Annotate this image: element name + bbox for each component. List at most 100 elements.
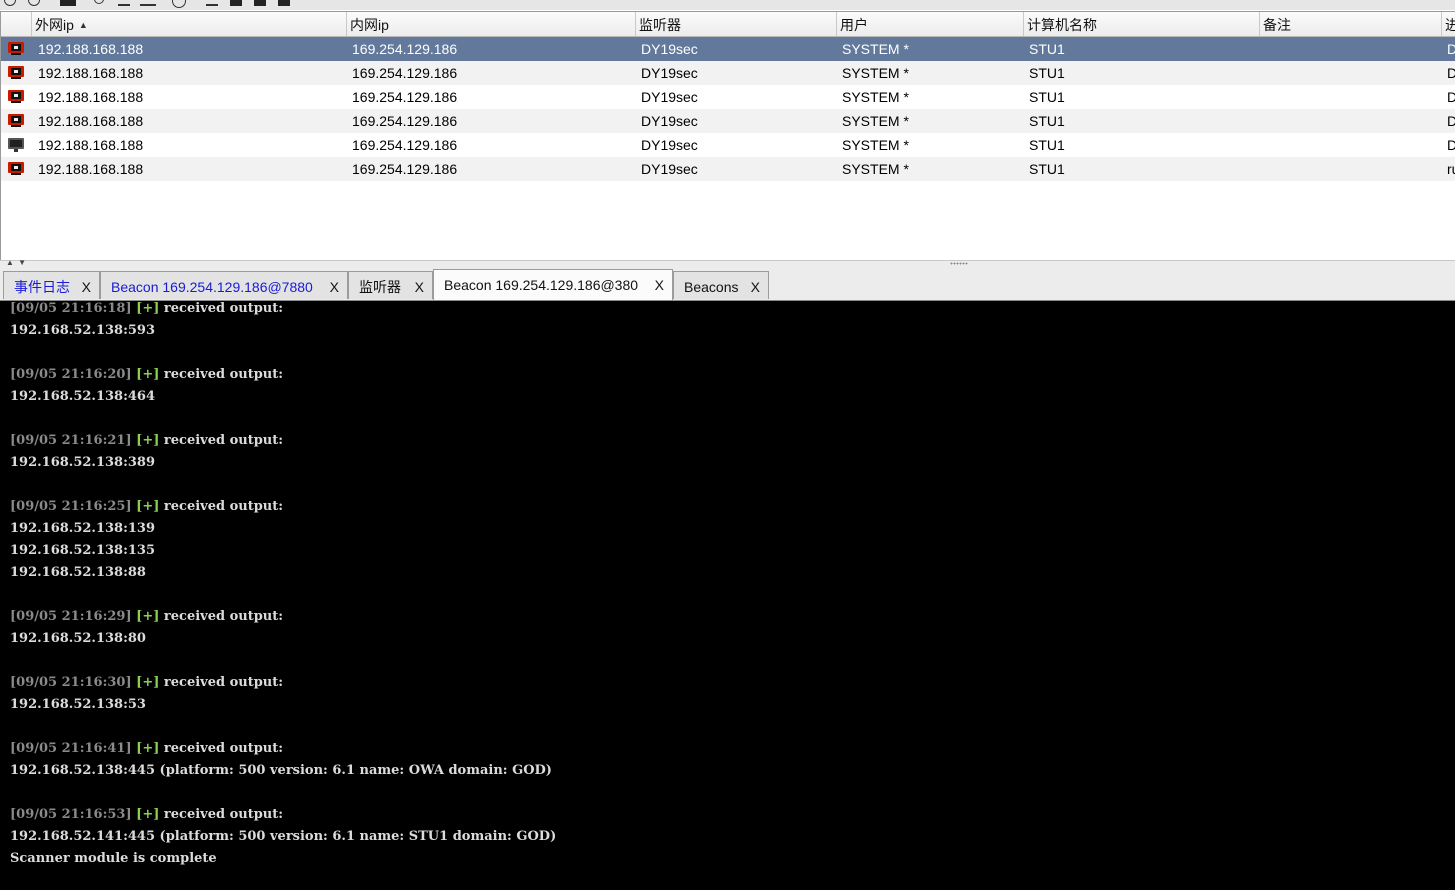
cell-internal-ip: 169.254.129.186	[352, 161, 458, 177]
close-icon[interactable]: X	[82, 272, 91, 302]
cell-listener: DY19sec	[641, 65, 698, 81]
sessions-table: 外网ip▲ 内网ip 监听器 用户 计算机名称 备注 进 192.188.168…	[0, 11, 1455, 261]
close-icon[interactable]: X	[751, 272, 760, 302]
console-success-tag: [+]	[136, 609, 160, 624]
cell-user: SYSTEM *	[842, 41, 909, 57]
cell-external-ip: 192.188.168.188	[38, 161, 144, 177]
table-row[interactable]: 192.188.168.188 169.254.129.186 DY19sec SYS…	[1, 37, 1455, 61]
cell-listener: DY19sec	[641, 161, 698, 177]
gray-monitor-icon	[8, 138, 24, 152]
console-message: received output:	[163, 741, 284, 756]
cell-external-ip: 192.188.168.188	[38, 41, 144, 57]
table-row[interactable]: 192.188.168.188 169.254.129.186 DY19sec SYS…	[1, 85, 1455, 109]
cell-external-ip: 192.188.168.188	[38, 137, 144, 153]
console-output-line: 192.168.52.138:445 (platform: 500 versio…	[10, 760, 552, 782]
globe-icon[interactable]	[172, 0, 186, 8]
cell-user: SYSTEM *	[842, 137, 909, 153]
close-icon[interactable]: X	[415, 272, 424, 302]
cell-internal-ip: 169.254.129.186	[352, 137, 458, 153]
table-row[interactable]: 192.188.168.188 169.254.129.186 DY19sec SYS…	[1, 61, 1455, 85]
monitor-icon[interactable]	[140, 0, 156, 6]
grip-icon[interactable]	[950, 262, 968, 265]
close-icon[interactable]: X	[655, 270, 664, 300]
save-icon[interactable]	[278, 0, 290, 6]
console-timestamp: [09/05 21:16:20]	[10, 367, 132, 382]
split-arrows-icon[interactable]: ▲ ▼	[6, 258, 27, 267]
column-header-note[interactable]: 备注	[1260, 12, 1442, 36]
console-output-text: 192.168.52.138:389	[10, 455, 156, 470]
console-message: received output:	[163, 609, 284, 624]
tab-beacons[interactable]: Beacons X	[673, 271, 769, 299]
console-output-line: 192.168.52.138:135	[10, 540, 155, 562]
column-header-internal-ip[interactable]: 内网ip	[347, 12, 636, 36]
tab-listeners[interactable]: 监听器 X	[348, 271, 433, 299]
console-output-line: 192.168.52.141:445 (platform: 500 versio…	[10, 826, 556, 848]
cell-listener: DY19sec	[641, 113, 698, 129]
console-timestamp: [09/05 21:16:29]	[10, 609, 132, 624]
console-log-header: [09/05 21:16:29] [+] received output:	[10, 606, 283, 628]
cell-user: SYSTEM *	[842, 65, 909, 81]
console-timestamp: [09/05 21:16:21]	[10, 433, 132, 448]
table-row[interactable]: 192.188.168.188 169.254.129.186 DY19sec SYS…	[1, 109, 1455, 133]
sort-ascending-icon: ▲	[78, 20, 88, 30]
headphones-icon[interactable]	[60, 0, 76, 6]
column-header-user[interactable]: 用户	[837, 12, 1024, 36]
console-message: received output:	[163, 499, 284, 514]
console-output-line: Scanner module is complete	[10, 848, 217, 870]
column-header-computer[interactable]: 计算机名称	[1024, 12, 1260, 36]
console-log-header: [09/05 21:16:18] [+] received output:	[10, 301, 283, 320]
list-icon[interactable]	[206, 0, 218, 6]
cell-computer: STU1	[1029, 65, 1065, 81]
link-icon[interactable]	[94, 0, 104, 4]
column-header-icon[interactable]	[1, 12, 32, 36]
red-monitor-icon	[8, 66, 24, 80]
console-log-header: [09/05 21:16:25] [+] received output:	[10, 496, 283, 518]
console-output-text: 192.168.52.138:53	[10, 697, 146, 712]
tab-event-log[interactable]: 事件日志 X	[3, 271, 100, 299]
console-log-header: [09/05 21:16:41] [+] received output:	[10, 738, 283, 760]
red-monitor-icon	[8, 42, 24, 56]
save-icon[interactable]	[230, 0, 242, 6]
column-header-process[interactable]: 进	[1442, 12, 1455, 36]
cell-external-ip: 192.188.168.188	[38, 89, 144, 105]
console-timestamp: [09/05 21:16:30]	[10, 675, 132, 690]
tab-beacon-380[interactable]: Beacon 169.254.129.186@380 X	[433, 269, 673, 300]
console-output-text: 192.168.52.138:88	[10, 565, 146, 580]
cell-user: SYSTEM *	[842, 113, 909, 129]
console-output-text: Scanner module is complete	[10, 851, 217, 866]
console-output-text: 192.168.52.138:593	[10, 323, 156, 338]
cell-process: D	[1447, 37, 1455, 61]
table-header: 外网ip▲ 内网ip 监听器 用户 计算机名称 备注 进	[1, 12, 1455, 37]
table-row[interactable]: 192.188.168.188 169.254.129.186 DY19sec SYS…	[1, 157, 1455, 181]
save-icon[interactable]	[254, 0, 266, 6]
console-output-line: 192.168.52.138:139	[10, 518, 155, 540]
console-message: received output:	[163, 433, 284, 448]
table-row[interactable]: 192.188.168.188 169.254.129.186 DY19sec SYS…	[1, 133, 1455, 157]
cell-process: D	[1447, 85, 1455, 109]
console-output-line: 192.168.52.138:464	[10, 386, 155, 408]
console-success-tag: [+]	[136, 433, 160, 448]
cell-internal-ip: 169.254.129.186	[352, 65, 458, 81]
cell-internal-ip: 169.254.129.186	[352, 113, 458, 129]
console-message: received output:	[163, 675, 284, 690]
tab-beacon-7880[interactable]: Beacon 169.254.129.186@7880 X	[100, 271, 348, 299]
cell-internal-ip: 169.254.129.186	[352, 89, 458, 105]
console-success-tag: [+]	[136, 675, 160, 690]
circle-icon[interactable]	[4, 0, 16, 6]
column-header-external-ip[interactable]: 外网ip ▲	[32, 12, 347, 36]
cell-process: ru	[1447, 161, 1455, 177]
console-timestamp: [09/05 21:16:53]	[10, 807, 132, 822]
minus-icon[interactable]	[118, 0, 130, 6]
circle-icon[interactable]	[28, 0, 40, 6]
column-header-listener[interactable]: 监听器	[636, 12, 837, 36]
console-output-text: 192.168.52.138:139	[10, 521, 156, 536]
cell-external-ip: 192.188.168.188	[38, 65, 144, 81]
console-message: received output:	[163, 367, 284, 382]
beacon-console-output[interactable]: [09/05 21:16:18] [+] received output: 192…	[0, 301, 1455, 890]
red-monitor-icon	[8, 90, 24, 104]
close-icon[interactable]: X	[330, 272, 339, 302]
console-timestamp: [09/05 21:16:18]	[10, 301, 132, 316]
cell-listener: DY19sec	[641, 137, 698, 153]
console-output-line: 192.168.52.138:53	[10, 694, 146, 716]
toolbar	[0, 0, 1455, 10]
